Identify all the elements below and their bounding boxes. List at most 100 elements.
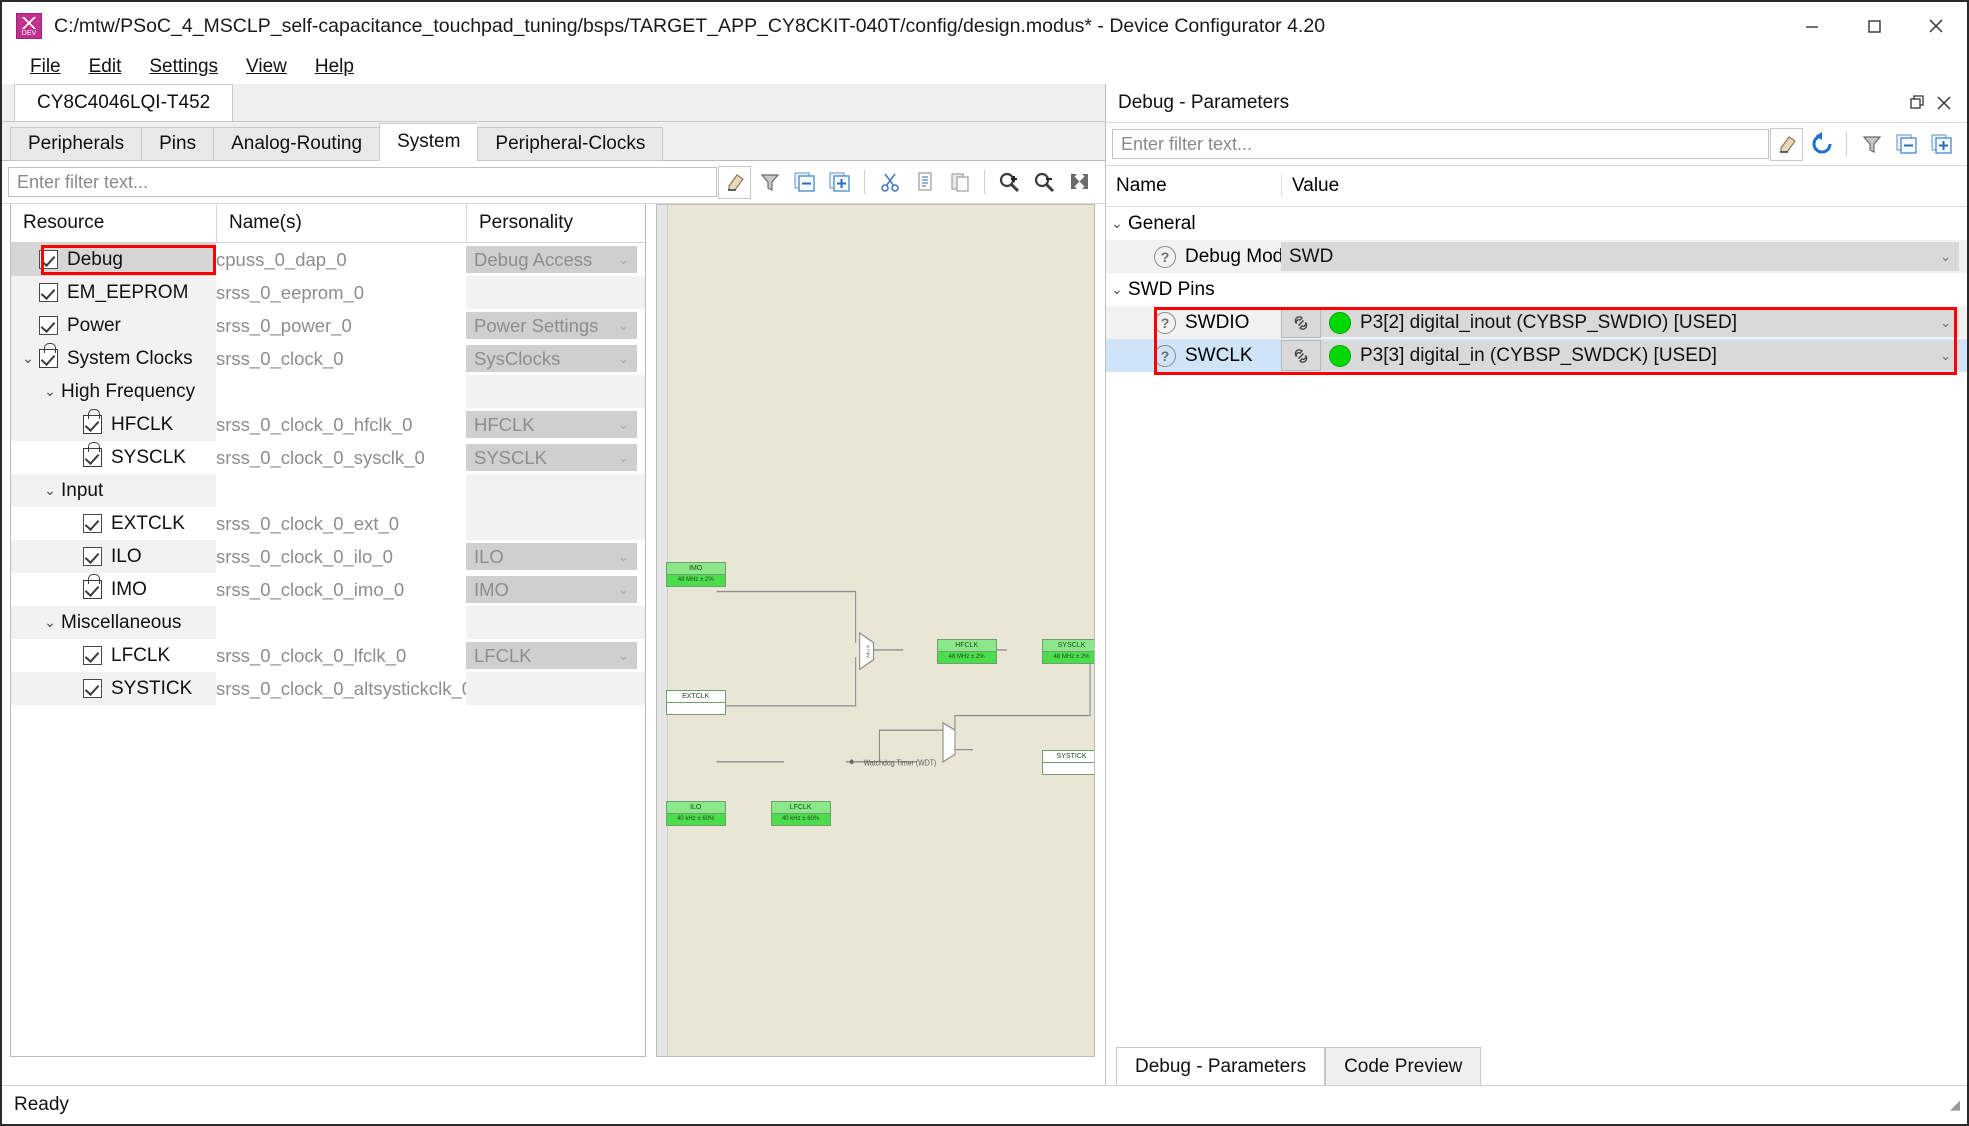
chevron-down-icon[interactable]: ⌄ [618, 549, 629, 565]
tree-cell-resource[interactable]: SYSCLK [11, 441, 216, 474]
personality-dropdown[interactable]: ILO ⌄ [466, 543, 637, 570]
chevron-down-icon[interactable]: ⌄ [618, 351, 629, 367]
tree-cell-personality[interactable]: Debug Access ⌄ [466, 243, 645, 276]
zoom-out-icon[interactable] [1028, 166, 1061, 199]
param-row[interactable]: ? SWCLK P3[3] digital_in (CYBSP_SWDCK) [US… [1106, 339, 1967, 372]
close-icon[interactable] [1931, 90, 1957, 116]
tree-row[interactable]: SYSTICK srss_0_clock_0_altsystickclk_0 [11, 672, 645, 705]
tree-row[interactable]: ⌄ System Clocks srss_0_clock_0 SysClocks ⌄ [11, 342, 645, 375]
help-icon[interactable]: ? [1154, 311, 1176, 334]
tree-row[interactable]: LFCLK srss_0_clock_0_lfclk_0 LFCLK ⌄ [11, 639, 645, 672]
chevron-down-icon[interactable]: ⌄ [1940, 348, 1951, 364]
menu-view[interactable]: View [232, 54, 301, 80]
eraser-icon[interactable] [1770, 127, 1803, 161]
collapse-all-icon[interactable] [1890, 128, 1923, 161]
tree-row[interactable]: ⌄ Input [11, 474, 645, 507]
tab-system[interactable]: System [379, 123, 478, 161]
tree-row[interactable]: HFCLK srss_0_clock_0_hfclk_0 HFCLK ⌄ [11, 408, 645, 441]
tree-cell-personality[interactable]: Power Settings ⌄ [466, 309, 645, 342]
menu-edit[interactable]: Edit [75, 54, 136, 80]
personality-dropdown[interactable]: IMO ⌄ [466, 576, 637, 603]
locked-checkbox-icon[interactable] [83, 409, 102, 434]
clock-block-systick[interactable]: SYSTICK [1041, 749, 1094, 775]
clock-block-lfclk[interactable]: LFCLK 40 kHz ± 60% [770, 800, 831, 826]
zoom-in-icon[interactable] [993, 166, 1026, 199]
tree-cell-resource[interactable]: EXTCLK [11, 507, 216, 540]
tree-row[interactable]: EXTCLK srss_0_clock_0_ext_0 [11, 507, 645, 540]
tree-cell-resource[interactable]: ⌄ High Frequency [11, 375, 216, 408]
close-button[interactable] [1905, 2, 1967, 50]
chevron-down-icon[interactable]: ⌄ [39, 383, 61, 400]
clock-block-extclk[interactable]: EXTCLK [665, 690, 726, 716]
collapse-all-icon[interactable] [788, 166, 821, 199]
tree-row[interactable]: Power srss_0_power_0 Power Settings ⌄ [11, 309, 645, 342]
tree-cell-personality[interactable]: SYSCLK ⌄ [466, 441, 645, 474]
clock-diagram[interactable]: MUX Watchdog Timer (WDT) IMO 48 MHz ± 2% E… [656, 204, 1095, 1057]
tree-cell-personality[interactable]: HFCLK ⌄ [466, 408, 645, 441]
tree-row[interactable]: ⌄ Miscellaneous [11, 606, 645, 639]
personality-dropdown[interactable]: Power Settings ⌄ [466, 312, 637, 339]
tree-cell-resource[interactable]: EM_EEPROM [11, 276, 216, 309]
refresh-icon[interactable] [1805, 128, 1838, 161]
resource-checkbox[interactable] [39, 250, 58, 269]
filter-funnel-icon[interactable] [1855, 128, 1888, 161]
menu-file[interactable]: File [16, 54, 75, 80]
personality-dropdown[interactable]: HFCLK ⌄ [466, 411, 637, 438]
tab-peripherals[interactable]: Peripherals [10, 127, 142, 161]
bottom-tab-code-preview[interactable]: Code Preview [1325, 1047, 1482, 1085]
tree-cell-resource[interactable]: ILO [11, 540, 216, 573]
tree-cell-resource[interactable]: SYSTICK [11, 672, 216, 705]
restore-window-icon[interactable] [1905, 90, 1931, 116]
param-value-dropdown[interactable]: P3[2] digital_inout (CYBSP_SWDIO) [USED]… [1321, 308, 1959, 337]
locked-checkbox-icon[interactable] [83, 574, 102, 599]
tree-row[interactable]: ⌄ High Frequency [11, 375, 645, 408]
personality-dropdown[interactable]: Debug Access ⌄ [466, 246, 637, 273]
clock-block-ilo[interactable]: ILO 40 kHz ± 60% [665, 800, 726, 826]
tab-analog-routing[interactable]: Analog-Routing [213, 127, 380, 161]
chevron-down-icon[interactable]: ⌄ [39, 614, 61, 631]
tree-row[interactable]: IMO srss_0_clock_0_imo_0 IMO ⌄ [11, 573, 645, 606]
help-icon[interactable]: ? [1154, 344, 1176, 367]
chevron-down-icon[interactable]: ⌄ [618, 417, 629, 433]
device-tab-cy8c4046lqi-t452[interactable]: CY8C4046LQI-T452 [14, 84, 234, 121]
chevron-down-icon[interactable]: ⌄ [618, 318, 629, 334]
link-icon[interactable] [1281, 340, 1321, 371]
personality-dropdown[interactable]: SYSCLK ⌄ [466, 444, 637, 471]
right-filter-input[interactable]: Enter filter text... [1112, 129, 1769, 159]
chevron-down-icon[interactable]: ⌄ [1940, 249, 1951, 265]
chevron-down-icon[interactable]: ⌄ [1940, 315, 1951, 331]
expand-all-icon[interactable] [1925, 128, 1958, 161]
paste-icon[interactable] [943, 166, 976, 199]
cut-icon[interactable] [873, 166, 906, 199]
menu-settings[interactable]: Settings [135, 54, 232, 80]
tree-cell-personality[interactable]: LFCLK ⌄ [466, 639, 645, 672]
tree-row[interactable]: SYSCLK srss_0_clock_0_sysclk_0 SYSCLK ⌄ [11, 441, 645, 474]
clock-block-imo[interactable]: IMO 48 MHz ± 2% [665, 562, 726, 588]
chevron-down-icon[interactable]: ⌄ [618, 648, 629, 664]
maximize-button[interactable] [1843, 2, 1905, 50]
resource-checkbox[interactable] [39, 283, 58, 302]
left-filter-input[interactable]: Enter filter text... [8, 167, 717, 197]
tree-cell-resource[interactable]: Power [11, 309, 216, 342]
tree-cell-personality[interactable]: ILO ⌄ [466, 540, 645, 573]
tree-cell-resource[interactable]: ⌄ Miscellaneous [11, 606, 216, 639]
chevron-down-icon[interactable]: ⌄ [17, 350, 39, 367]
chevron-down-icon[interactable]: ⌄ [618, 582, 629, 598]
minimize-button[interactable] [1781, 2, 1843, 50]
copy-icon[interactable] [908, 166, 941, 199]
param-row[interactable]: ? SWDIO P3[2] digital_inout (CYBSP_SWDIO) … [1106, 306, 1967, 339]
chevron-down-icon[interactable]: ⌄ [39, 482, 61, 499]
resource-checkbox[interactable] [83, 646, 102, 665]
tab-peripheral-clocks[interactable]: Peripheral-Clocks [477, 127, 664, 161]
param-group-header[interactable]: ⌄ General [1106, 207, 1967, 240]
resource-checkbox[interactable] [83, 547, 102, 566]
param-group-header[interactable]: ⌄ SWD Pins [1106, 273, 1967, 306]
personality-dropdown[interactable]: SysClocks ⌄ [466, 345, 637, 372]
tree-cell-personality[interactable]: IMO ⌄ [466, 573, 645, 606]
clock-block-hfclk[interactable]: HFCLK 48 MHz ± 2% [936, 639, 997, 664]
eraser-icon[interactable] [718, 165, 751, 199]
locked-checkbox-icon[interactable] [39, 343, 58, 368]
tree-cell-resource[interactable]: ⌄ Input [11, 474, 216, 507]
param-row[interactable]: ? Debug Mode SWD ⌄ [1106, 240, 1967, 273]
filter-funnel-icon[interactable] [753, 166, 786, 199]
